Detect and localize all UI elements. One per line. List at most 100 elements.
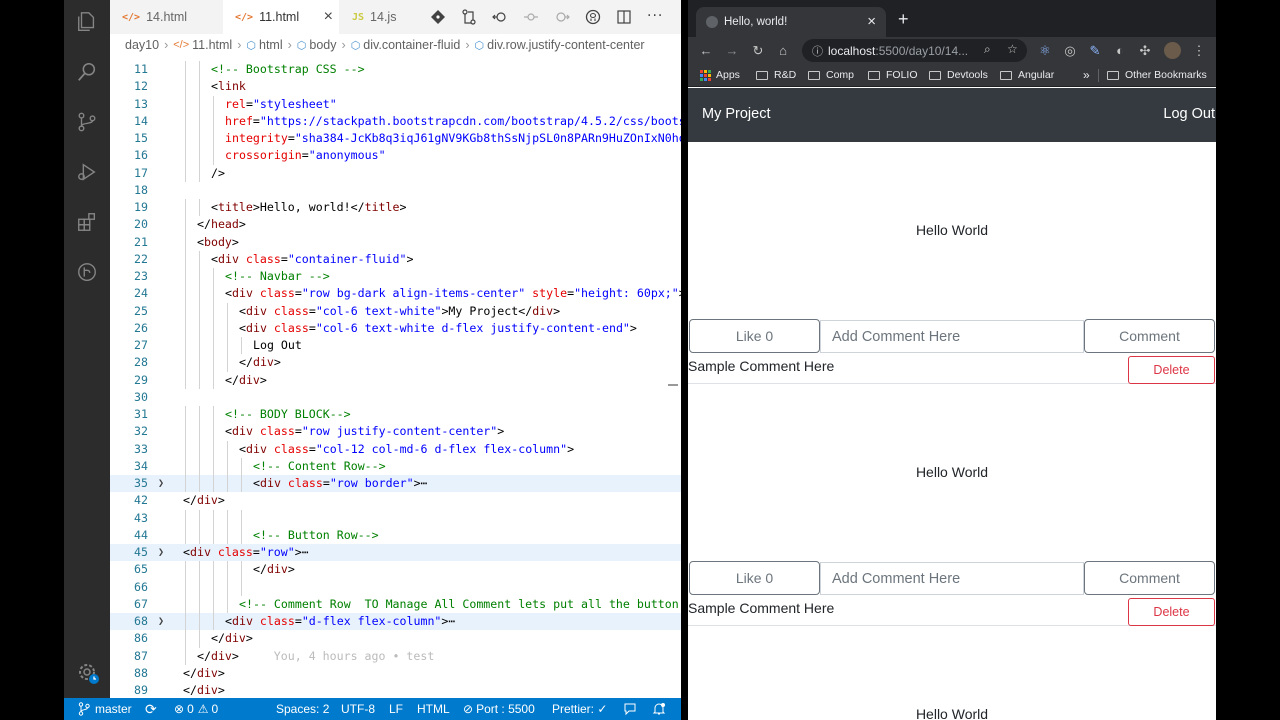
code-line[interactable]: 12 <link — [110, 78, 681, 96]
code-line[interactable]: 31 <!-- BODY BLOCK--> — [110, 406, 681, 424]
code-line[interactable]: 34 <!-- Content Row--> — [110, 457, 681, 475]
eol-status[interactable]: LF — [389, 698, 403, 720]
branch-status[interactable]: master — [78, 698, 132, 720]
tab-14-html[interactable]: </> 14.html — [110, 0, 222, 34]
source-control-icon[interactable] — [75, 110, 99, 134]
code-line[interactable]: 24 <div class="row bg-dark align-items-ce… — [110, 285, 681, 303]
delete-button[interactable]: Delete — [1128, 356, 1215, 384]
breadcrumb-html[interactable]: html — [259, 38, 283, 52]
code-line[interactable]: 33 <div class="col-12 col-md-6 d-flex fle… — [110, 440, 681, 458]
bookmark-folder-folio[interactable]: FOLIO — [868, 64, 918, 86]
go-back-icon[interactable] — [492, 9, 508, 25]
bookmark-folder-devtools[interactable]: Devtools — [929, 64, 988, 86]
settings-gear-icon[interactable] — [75, 660, 99, 684]
other-bookmarks[interactable]: Other Bookmarks — [1107, 64, 1207, 86]
notifications-bell-icon[interactable] — [652, 698, 666, 720]
search-icon[interactable] — [75, 60, 99, 84]
code-line[interactable]: 22 <div class="container-fluid"> — [110, 250, 681, 268]
extensions-puzzle-icon[interactable]: ✣ — [1136, 37, 1154, 64]
commit-icon[interactable] — [523, 9, 539, 25]
comment-button[interactable]: Comment — [1084, 561, 1215, 595]
fold-chevron-icon[interactable]: ❯ — [158, 544, 164, 561]
code-line[interactable]: 11 <!-- Bootstrap CSS --> — [110, 61, 681, 79]
forward-arrow-icon[interactable]: → — [723, 37, 741, 64]
code-line[interactable]: 17 /> — [110, 164, 681, 182]
reload-icon[interactable]: ↻ — [749, 37, 767, 64]
avatar[interactable] — [1164, 42, 1181, 59]
code-line[interactable]: 13 rel="stylesheet" — [110, 95, 681, 113]
tab-11-html[interactable]: </> 11.html × — [223, 0, 339, 34]
code-line[interactable]: 65 </div> — [110, 561, 681, 579]
comment-input[interactable]: Add Comment Here — [820, 320, 1084, 353]
language-status[interactable]: HTML — [417, 698, 450, 720]
code-line[interactable]: 27 Log Out — [110, 337, 681, 355]
code-line[interactable]: 30 — [110, 389, 681, 406]
breadcrumb-body[interactable]: body — [309, 38, 336, 52]
bookmark-folder-rd[interactable]: R&D — [756, 64, 796, 86]
code-line[interactable]: 45 ❯ <div class="row">⋯ — [110, 544, 681, 562]
code-line[interactable]: 15 integrity="sha384-JcKb8q3iqJ61gNV9KGb8… — [110, 130, 681, 148]
code-line[interactable]: 16 crossorigin="anonymous" — [110, 147, 681, 165]
delete-button[interactable]: Delete — [1128, 598, 1215, 626]
breadcrumb-container[interactable]: div.container-fluid — [363, 38, 460, 52]
explorer-icon[interactable] — [75, 10, 99, 34]
browser-tab[interactable]: Hello, world! × — [696, 7, 886, 37]
code-line[interactable]: 43 — [110, 509, 681, 527]
fold-chevron-icon[interactable]: ❯ — [158, 475, 164, 492]
breadcrumb-file[interactable]: 11.html — [192, 38, 232, 52]
code-line[interactable]: 14 href="https://stackpath.bootstrapcdn.c… — [110, 112, 681, 130]
git-compare-icon[interactable] — [430, 9, 446, 25]
bookmark-star-icon[interactable]: ☆ — [1007, 42, 1018, 56]
close-tab-icon[interactable]: × — [324, 8, 333, 26]
extension-circle-icon[interactable]: ◎ — [1061, 37, 1079, 64]
git-graph-icon[interactable] — [75, 260, 99, 284]
code-line[interactable]: 20 </head> — [110, 216, 681, 234]
home-icon[interactable]: ⌂ — [774, 37, 792, 64]
breadcrumb-row[interactable]: div.row.justify-content-center — [487, 38, 644, 52]
close-tab-icon[interactable]: × — [867, 13, 876, 30]
code-line[interactable]: 67 <!-- Comment Row TO Manage All Comment… — [110, 595, 681, 613]
code-line[interactable]: 21 <body> — [110, 233, 681, 251]
more-actions-icon[interactable]: ··· — [647, 8, 665, 24]
logout-link[interactable]: Log Out — [1163, 106, 1215, 122]
code-line[interactable]: 28 </div> — [110, 354, 681, 372]
code-line[interactable]: 86 </div> — [110, 630, 681, 648]
bookmark-folder-angular[interactable]: Angular — [1000, 64, 1054, 86]
tab-14-js[interactable]: JS 14.js — [340, 0, 425, 34]
encoding-status[interactable]: UTF-8 — [341, 698, 375, 720]
code-editor[interactable]: 11 <!-- Bootstrap CSS --> 12 <link 13 rel="st… — [110, 61, 681, 698]
source-control-icon[interactable] — [461, 9, 477, 25]
code-line[interactable]: 87 </div> You, 4 hours ago • test — [110, 647, 681, 665]
code-line[interactable]: 19 <title>Hello, world!</title> — [110, 199, 681, 217]
github-icon[interactable] — [585, 9, 601, 25]
sync-icon[interactable]: ⟳ — [145, 698, 157, 720]
new-tab-button[interactable]: + — [898, 9, 909, 30]
go-forward-icon[interactable] — [554, 9, 570, 25]
like-button[interactable]: Like 0 — [689, 319, 820, 353]
problems-status[interactable]: ⊗ 0 ⚠ 0 — [174, 698, 218, 720]
bookmark-folder-comp[interactable]: Comp — [808, 64, 854, 86]
like-button[interactable]: Like 0 — [689, 561, 820, 595]
split-editor-icon[interactable] — [616, 9, 632, 25]
code-line[interactable]: 32 <div class="row justify-content-center… — [110, 423, 681, 441]
fold-chevron-icon[interactable]: ❯ — [158, 613, 164, 630]
code-line[interactable]: 44 <!-- Button Row--> — [110, 526, 681, 544]
code-line[interactable]: 25 <div class="col-6 text-white">My Proje… — [110, 302, 681, 320]
feedback-icon[interactable] — [623, 698, 637, 720]
code-line[interactable]: 66 — [110, 578, 681, 596]
react-devtools-icon[interactable]: ⚛ — [1036, 37, 1054, 64]
indentation-status[interactable]: Spaces: 2 — [276, 698, 329, 720]
breadcrumb-folder[interactable]: day10 — [125, 38, 159, 52]
extensions-icon[interactable] — [75, 210, 99, 234]
scrollbar-thumb[interactable] — [668, 384, 678, 392]
run-debug-icon[interactable] — [75, 160, 99, 184]
code-line[interactable]: 23 <!-- Navbar --> — [110, 268, 681, 286]
comment-button[interactable]: Comment — [1084, 319, 1215, 353]
chrome-menu-icon[interactable]: ⋮ — [1190, 37, 1208, 64]
code-line[interactable]: 88 </div> — [110, 665, 681, 682]
code-line[interactable]: 18 — [110, 182, 681, 199]
extension-check-icon[interactable]: ◐ — [1111, 37, 1129, 64]
address-bar[interactable]: ⓘ localhost:5500/day10/14... ⌕ ☆ — [802, 39, 1027, 62]
more-bookmarks-icon[interactable]: » — [1083, 64, 1090, 86]
code-line[interactable]: 68 ❯ <div class="d-flex flex-column">⋯ — [110, 613, 681, 631]
